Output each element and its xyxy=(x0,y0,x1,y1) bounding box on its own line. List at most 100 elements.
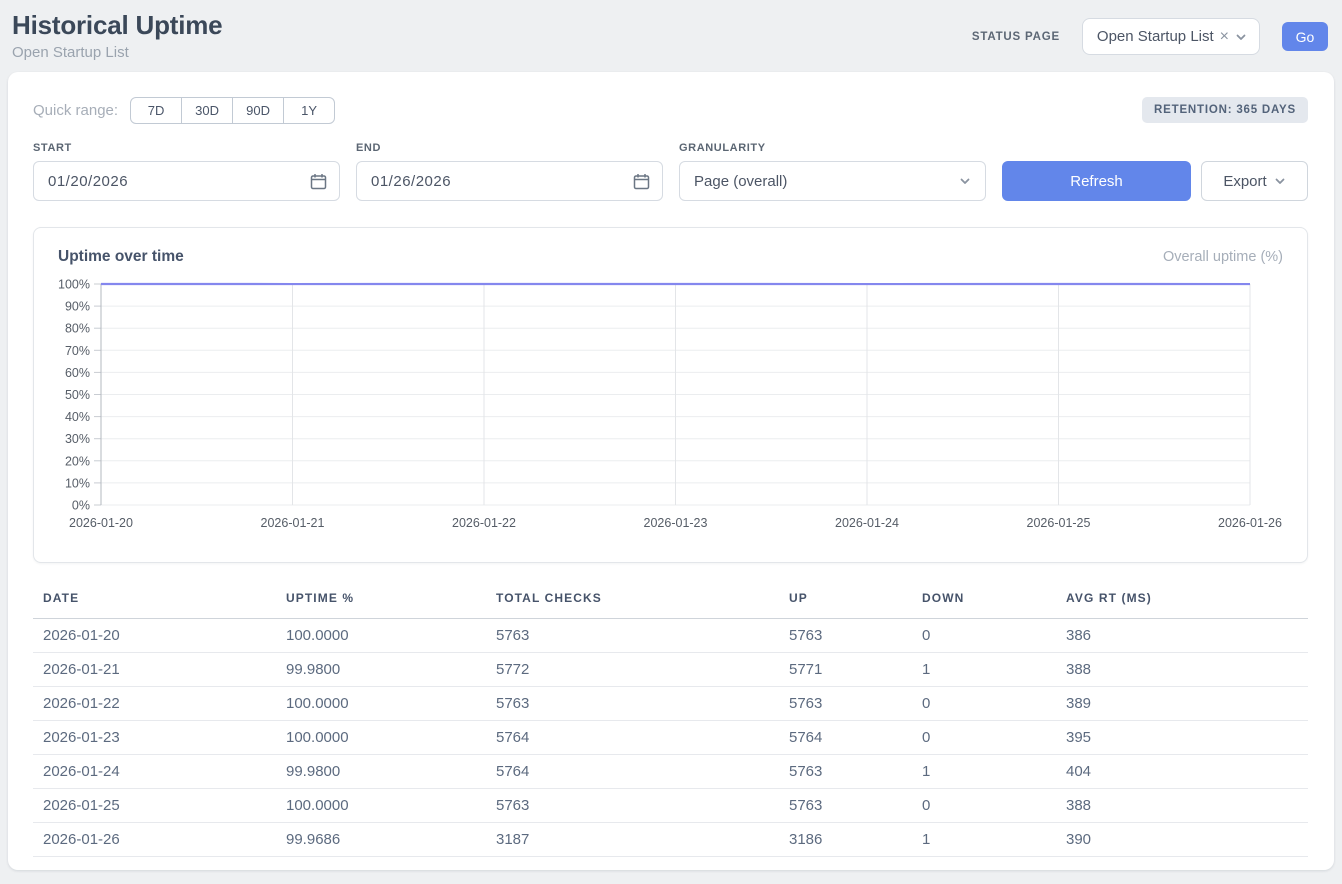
filter-fields-row: START END xyxy=(33,142,1308,201)
table-cell: 1 xyxy=(912,653,1056,687)
table-cell: 5763 xyxy=(779,619,912,653)
table-cell: 1 xyxy=(912,823,1056,857)
table-cell: 388 xyxy=(1056,789,1308,823)
table-row: 2026-01-2699.9686318731861390 xyxy=(33,823,1308,857)
table-cell: 5771 xyxy=(779,653,912,687)
svg-text:2026-01-22: 2026-01-22 xyxy=(452,516,516,530)
end-date-input-wrap xyxy=(356,161,663,201)
table-cell: 3186 xyxy=(779,823,912,857)
page-subtitle: Open Startup List xyxy=(12,44,222,61)
table-cell: 5763 xyxy=(486,619,779,653)
table-cell: 100.0000 xyxy=(276,619,486,653)
header-titles: Historical Uptime Open Startup List xyxy=(12,10,222,61)
svg-text:0%: 0% xyxy=(72,499,90,513)
svg-text:2026-01-21: 2026-01-21 xyxy=(261,516,325,530)
column-header: TOTAL CHECKS xyxy=(486,587,779,619)
refresh-button[interactable]: Refresh xyxy=(1002,161,1191,201)
table-cell: 404 xyxy=(1056,755,1308,789)
granularity-selected-value: Page (overall) xyxy=(694,173,787,190)
retention-badge: RETENTION: 365 DAYS xyxy=(1142,97,1308,123)
table-cell: 2026-01-22 xyxy=(33,687,276,721)
svg-text:20%: 20% xyxy=(65,454,90,468)
table-cell: 395 xyxy=(1056,721,1308,755)
svg-text:2026-01-25: 2026-01-25 xyxy=(1027,516,1091,530)
svg-text:50%: 50% xyxy=(65,388,90,402)
quick-range-90d-button[interactable]: 90D xyxy=(232,97,284,124)
chevron-down-icon xyxy=(959,175,971,187)
calendar-icon[interactable] xyxy=(633,173,650,190)
table-row: 2026-01-25100.0000576357630388 xyxy=(33,789,1308,823)
svg-text:40%: 40% xyxy=(65,410,90,424)
uptime-table: DATEUPTIME %TOTAL CHECKSUPDOWNAVG RT (MS… xyxy=(33,587,1308,857)
table-cell: 2026-01-26 xyxy=(33,823,276,857)
table-cell: 2026-01-25 xyxy=(33,789,276,823)
granularity-label: GRANULARITY xyxy=(679,142,986,154)
quick-range-1y-button[interactable]: 1Y xyxy=(283,97,335,124)
granularity-select[interactable]: Page (overall) xyxy=(679,161,986,201)
chevron-down-icon xyxy=(1274,175,1286,187)
table-cell: 0 xyxy=(912,721,1056,755)
quick-range-30d-button[interactable]: 30D xyxy=(181,97,233,124)
column-header: UP xyxy=(779,587,912,619)
table-cell: 2026-01-24 xyxy=(33,755,276,789)
svg-text:2026-01-23: 2026-01-23 xyxy=(644,516,708,530)
table-cell: 0 xyxy=(912,789,1056,823)
table-cell: 5763 xyxy=(779,755,912,789)
export-button-label: Export xyxy=(1223,173,1266,190)
svg-text:100%: 100% xyxy=(58,278,90,292)
table-header-row: DATEUPTIME %TOTAL CHECKSUPDOWNAVG RT (MS… xyxy=(33,587,1308,619)
page-title: Historical Uptime xyxy=(12,10,222,41)
table-cell: 0 xyxy=(912,619,1056,653)
historical-uptime-page: Historical Uptime Open Startup List STAT… xyxy=(0,0,1342,884)
svg-text:80%: 80% xyxy=(65,322,90,336)
quick-range-7d-button[interactable]: 7D xyxy=(130,97,182,124)
table-cell: 389 xyxy=(1056,687,1308,721)
uptime-chart-card: Uptime over time Overall uptime (%) 0% 10… xyxy=(33,227,1308,563)
table-cell: 100.0000 xyxy=(276,721,486,755)
svg-text:60%: 60% xyxy=(65,366,90,380)
chart-legend: Overall uptime (%) xyxy=(1163,249,1283,265)
table-cell: 99.9800 xyxy=(276,755,486,789)
chart-title: Uptime over time xyxy=(58,248,184,266)
end-date-label: END xyxy=(356,142,663,154)
table-cell: 0 xyxy=(912,687,1056,721)
table-row: 2026-01-23100.0000576457640395 xyxy=(33,721,1308,755)
page-header: Historical Uptime Open Startup List STAT… xyxy=(0,0,1342,72)
svg-text:2026-01-26: 2026-01-26 xyxy=(1218,516,1282,530)
status-page-controls: STATUS PAGE Open Startup List × Go xyxy=(972,10,1328,55)
column-header: DATE xyxy=(33,587,276,619)
svg-text:30%: 30% xyxy=(65,432,90,446)
go-button[interactable]: Go xyxy=(1282,22,1328,51)
quick-range-group: 7D30D90D1Y xyxy=(130,97,335,124)
table-row: 2026-01-20100.0000576357630386 xyxy=(33,619,1308,653)
chart-header: Uptime over time Overall uptime (%) xyxy=(34,228,1307,276)
clear-icon[interactable]: × xyxy=(1220,29,1229,45)
status-page-label: STATUS PAGE xyxy=(972,31,1060,43)
column-header: UPTIME % xyxy=(276,587,486,619)
calendar-icon[interactable] xyxy=(310,173,327,190)
table-cell: 5764 xyxy=(486,721,779,755)
svg-text:2026-01-24: 2026-01-24 xyxy=(835,516,899,530)
column-header: AVG RT (MS) xyxy=(1056,587,1308,619)
table-cell: 99.9800 xyxy=(276,653,486,687)
table-row: 2026-01-2199.9800577257711388 xyxy=(33,653,1308,687)
export-button[interactable]: Export xyxy=(1201,161,1308,201)
uptime-line-chart: 0%10%20%30%40%50%60%70%80%90%100%2026-01… xyxy=(34,276,1306,534)
svg-text:10%: 10% xyxy=(65,476,90,490)
table-cell: 5772 xyxy=(486,653,779,687)
table-cell: 386 xyxy=(1056,619,1308,653)
granularity-field-wrap: GRANULARITY Page (overall) xyxy=(679,142,986,201)
end-date-input[interactable] xyxy=(357,173,662,190)
svg-text:2026-01-20: 2026-01-20 xyxy=(69,516,133,530)
start-date-field-wrap: START xyxy=(33,142,340,201)
status-page-selected-value: Open Startup List xyxy=(1097,28,1214,45)
table-cell: 100.0000 xyxy=(276,687,486,721)
table-row: 2026-01-2499.9800576457631404 xyxy=(33,755,1308,789)
svg-text:70%: 70% xyxy=(65,344,90,358)
table-head: DATEUPTIME %TOTAL CHECKSUPDOWNAVG RT (MS… xyxy=(33,587,1308,619)
status-page-select[interactable]: Open Startup List × xyxy=(1082,18,1260,55)
table-cell: 2026-01-21 xyxy=(33,653,276,687)
table-cell: 5764 xyxy=(779,721,912,755)
start-date-input[interactable] xyxy=(34,173,339,190)
quick-range-row: Quick range: 7D30D90D1Y RETENTION: 365 D… xyxy=(33,96,1308,124)
